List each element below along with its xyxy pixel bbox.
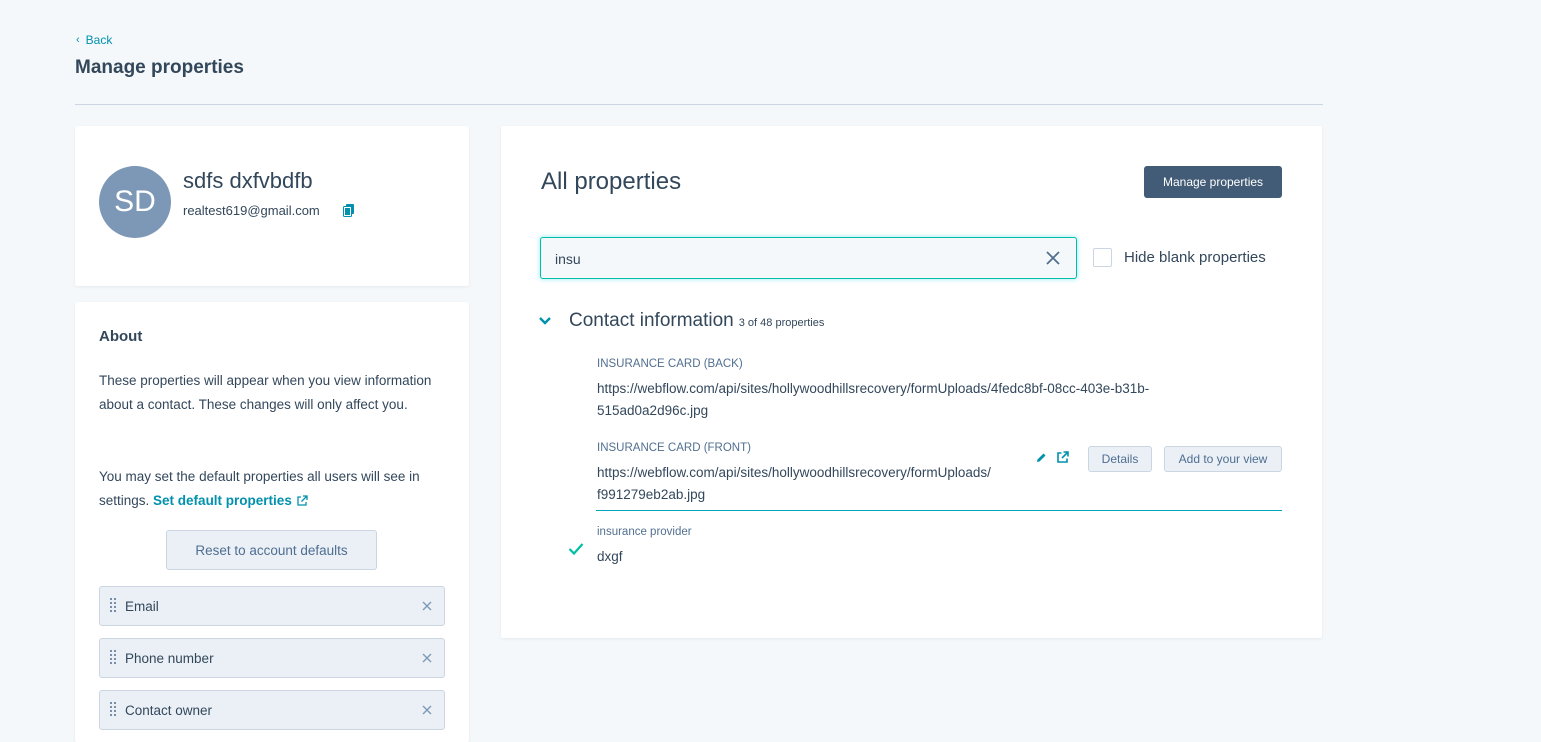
all-properties-card: All properties Manage properties Hide bl… (501, 126, 1322, 638)
property-value-line: 515ad0a2d96c.jpg (597, 403, 709, 418)
selected-property-row[interactable]: Contact owner (99, 690, 445, 730)
selected-property-row[interactable]: Email (99, 586, 445, 626)
checkmark-icon[interactable] (568, 542, 584, 556)
selected-property-label: Email (125, 598, 159, 614)
manage-properties-button[interactable]: Manage properties (1144, 166, 1282, 198)
section-count: 3 of 48 properties (738, 317, 825, 329)
add-to-view-button[interactable]: Add to your view (1164, 446, 1282, 472)
selected-property-label: Contact owner (125, 702, 213, 718)
property-label: INSURANCE CARD (BACK) (597, 358, 743, 370)
reset-to-defaults-button[interactable]: Reset to account defaults (166, 530, 377, 570)
avatar: SD (99, 166, 171, 238)
hide-blank-checkbox[interactable] (1093, 248, 1112, 267)
back-link[interactable]: ‹ Back (76, 33, 112, 47)
search-box (540, 237, 1077, 279)
selected-property-row[interactable]: Phone number (99, 638, 445, 678)
external-link-icon[interactable] (1056, 451, 1069, 464)
close-icon[interactable] (422, 653, 432, 663)
header-divider (75, 104, 1323, 105)
about-card: About These properties will appear when … (75, 302, 469, 742)
property-hover-underline (596, 510, 1282, 511)
all-properties-title: All properties (541, 168, 682, 195)
about-title: About (99, 328, 143, 345)
property-value[interactable]: dxgf (597, 546, 623, 568)
property-label: INSURANCE CARD (FRONT) (597, 442, 751, 454)
property-value-line[interactable]: https://webflow.com/api/sites/hollywoodh… (597, 462, 1033, 484)
pencil-icon[interactable] (1036, 452, 1047, 463)
copy-icon[interactable] (342, 203, 356, 217)
close-icon[interactable] (422, 601, 432, 611)
page-title: Manage properties (75, 57, 244, 78)
profile-card: SD sdfs dxfvbdfb realtest619@gmail.com (75, 126, 469, 286)
close-icon[interactable] (422, 705, 432, 715)
back-label: Back (85, 33, 113, 47)
external-link-icon (297, 495, 308, 506)
contact-email: realtest619@gmail.com (183, 203, 320, 218)
chevron-down-icon[interactable] (538, 314, 552, 328)
property-label: insurance provider (597, 526, 692, 538)
about-description: These properties will appear when you vi… (99, 373, 432, 412)
hide-blank-toggle[interactable]: Hide blank properties (1093, 248, 1266, 267)
contact-name: sdfs dxfvbdfb (183, 168, 313, 193)
drag-handle-icon[interactable] (109, 649, 117, 667)
drag-handle-icon[interactable] (109, 597, 117, 615)
section-title: Contact information (569, 310, 734, 331)
set-default-properties-link[interactable]: Set default properties (153, 493, 308, 508)
property-value-line: https://webflow.com/api/sites/hollywoodh… (597, 381, 1150, 396)
section-header[interactable]: Contact information 3 of 48 properties (538, 310, 824, 332)
chevron-left-icon: ‹ (76, 34, 80, 46)
property-value-line[interactable]: f991279eb2ab.jpg (597, 484, 705, 506)
details-button[interactable]: Details (1088, 446, 1152, 472)
set-default-properties-label: Set default properties (153, 493, 292, 508)
property-value[interactable]: https://webflow.com/api/sites/hollywoodh… (597, 378, 1217, 422)
drag-handle-icon[interactable] (109, 701, 117, 719)
selected-property-label: Phone number (125, 650, 214, 666)
clear-search-icon[interactable] (1046, 251, 1060, 265)
search-input[interactable] (553, 248, 1023, 270)
hide-blank-label: Hide blank properties (1124, 249, 1266, 266)
about-default-note: You may set the default properties all u… (99, 465, 449, 513)
